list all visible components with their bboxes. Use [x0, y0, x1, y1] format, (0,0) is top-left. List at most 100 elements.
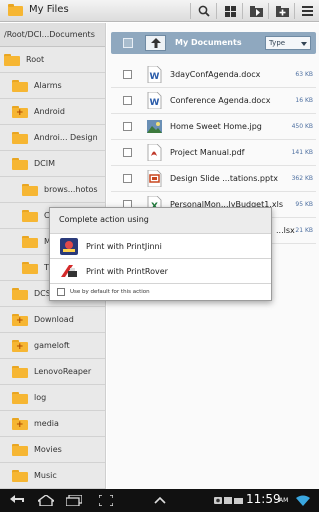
file-name: ...lsx: [276, 226, 295, 235]
file-row[interactable]: Design Slide ...tations.pptx 362 KB: [111, 166, 316, 192]
folder-label: LenovoReaper: [34, 367, 92, 376]
folder-icon: [12, 79, 28, 92]
folder-icon: [12, 287, 28, 300]
file-name: Design Slide ...tations.pptx: [170, 174, 278, 183]
menu-icon: [301, 6, 313, 16]
folder-icon: [12, 469, 28, 482]
home-button[interactable]: [36, 493, 56, 507]
current-path: /Root/DCI...Documents: [0, 23, 105, 47]
file-name: Home Sweet Home.jpg: [170, 122, 262, 131]
expandable-folder-icon: +: [12, 313, 28, 326]
file-name: Conference Agenda.docx: [170, 96, 271, 105]
option-label: Print with PrintJinni: [86, 242, 162, 251]
folder-label: media: [34, 419, 59, 428]
pdf-file-icon: [147, 143, 162, 162]
file-name: Project Manual.pdf: [170, 148, 245, 157]
expandable-folder-icon: +: [12, 339, 28, 352]
file-size: 362 KB: [291, 175, 313, 182]
grid-view-button[interactable]: [219, 2, 241, 20]
back-icon: [10, 495, 24, 503]
folder-tree-item[interactable]: + Download: [0, 307, 105, 333]
folder-icon: [12, 365, 28, 378]
up-folder-button[interactable]: [145, 35, 166, 51]
folder-tree-item[interactable]: Movies: [0, 437, 105, 463]
option-printjinni[interactable]: Print with PrintJinni: [50, 233, 271, 258]
file-size: 141 KB: [291, 149, 313, 156]
file-row[interactable]: W Conference Agenda.docx 16 KB: [111, 88, 316, 114]
folder-tree-item[interactable]: Alarms: [0, 73, 105, 99]
folder-label: Android: [34, 107, 65, 116]
folder-label: Movies: [34, 445, 62, 454]
word-file-icon: W: [147, 65, 162, 84]
action-bar: My Files: [0, 0, 319, 22]
file-checkbox[interactable]: [123, 148, 132, 157]
list-header: My Documents Type: [111, 32, 316, 54]
toolbar-divider: [242, 3, 243, 19]
file-row[interactable]: W 3dayConfAgenda.docx 63 KB: [111, 62, 316, 88]
toolbar-divider: [294, 3, 295, 19]
word-file-icon: W: [147, 91, 162, 110]
complete-action-dialog: Complete action using Print with PrintJi…: [49, 207, 272, 301]
recent-apps-icon: [66, 494, 82, 506]
wifi-icon: [296, 495, 310, 506]
folder-tree-item[interactable]: + gameloft: [0, 333, 105, 359]
file-checkbox[interactable]: [123, 174, 132, 183]
search-button[interactable]: [193, 2, 215, 20]
home-icon: [38, 494, 54, 506]
folder-label: Androi... Design: [34, 133, 98, 142]
folder-icon: [12, 131, 28, 144]
overflow-menu-button[interactable]: [296, 2, 318, 20]
folder-tree-item[interactable]: LenovoReaper: [0, 359, 105, 385]
folder-label: Root: [26, 55, 45, 64]
file-size: 16 KB: [295, 97, 313, 104]
folder-tree-item[interactable]: Music: [0, 463, 105, 489]
folder-tree-item[interactable]: + Android: [0, 99, 105, 125]
screenshot-button[interactable]: [96, 493, 116, 507]
folder-label: Download: [34, 315, 74, 324]
new-folder-button[interactable]: [271, 2, 293, 20]
folder-icon: [12, 157, 28, 170]
folder-tree-item[interactable]: Root: [0, 47, 105, 73]
use-default-row[interactable]: Use by default for this action: [50, 283, 271, 300]
back-button[interactable]: [8, 493, 28, 507]
option-printrover[interactable]: Print with PrintRover: [50, 258, 271, 283]
file-checkbox[interactable]: [123, 96, 132, 105]
clock-ampm: AM: [279, 497, 289, 504]
folder-tree-item[interactable]: Androi... Design: [0, 125, 105, 151]
chevron-up-icon: [154, 496, 166, 504]
svg-text:W: W: [150, 98, 160, 108]
ppt-file-icon: [147, 169, 162, 188]
file-size: 450 KB: [291, 123, 313, 130]
folder-title: My Documents: [175, 38, 242, 47]
use-default-checkbox[interactable]: [57, 288, 65, 296]
image-file-icon: [147, 118, 162, 135]
system-bar: 11:59 AM: [0, 489, 319, 512]
file-row[interactable]: Project Manual.pdf 141 KB: [111, 140, 316, 166]
new-folder-icon: [275, 5, 289, 17]
file-checkbox[interactable]: [123, 122, 132, 131]
folder-tree-item[interactable]: brows...hotos: [0, 177, 105, 203]
folder-label: gameloft: [34, 341, 70, 350]
app-tray-button[interactable]: [150, 493, 170, 507]
sort-dropdown[interactable]: Type: [265, 36, 311, 50]
file-size: 95 KB: [295, 201, 313, 208]
screenshot-icon: [99, 494, 113, 506]
toolbar-divider: [190, 3, 191, 19]
printjinni-icon: [60, 238, 78, 255]
expandable-folder-icon: +: [12, 105, 28, 118]
select-all-checkbox[interactable]: [123, 38, 133, 48]
folder-tree-item[interactable]: + media: [0, 411, 105, 437]
grid-view-icon: [224, 5, 236, 17]
folder-tree-item[interactable]: DCIM: [0, 151, 105, 177]
file-row[interactable]: Home Sweet Home.jpg 450 KB: [111, 114, 316, 140]
toolbar-divider: [268, 3, 269, 19]
folder-tree-item[interactable]: log: [0, 385, 105, 411]
sort-label: Type: [269, 39, 286, 47]
folder-label: Music: [34, 471, 57, 480]
folder-label: log: [34, 393, 47, 402]
use-default-label: Use by default for this action: [70, 289, 150, 295]
folder-icon: [22, 209, 38, 222]
move-to-folder-button[interactable]: [245, 2, 267, 20]
recent-apps-button[interactable]: [64, 493, 84, 507]
file-checkbox[interactable]: [123, 70, 132, 79]
